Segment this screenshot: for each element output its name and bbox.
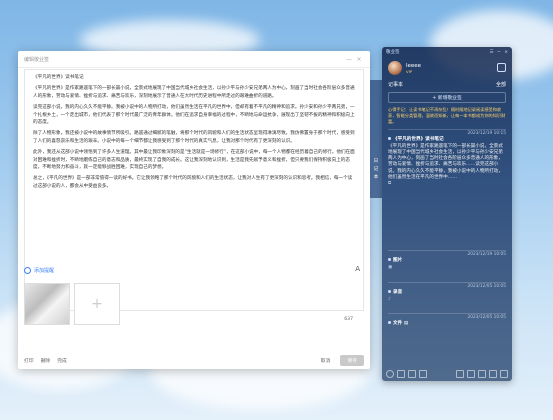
calendar-icon[interactable] [397,369,405,378]
notebook-bar: 记事本 全部 [388,81,506,88]
delete-link[interactable]: 删除 [41,357,51,364]
share-icon[interactable] [478,369,486,378]
note-paragraph: 读完这部小说，我的内心久久不能平静。我被小说中的人物所打动，他们虽然生活在平凡的… [33,105,355,126]
list-icon[interactable] [467,369,475,378]
attachment-image[interactable] [24,283,70,325]
user-profile[interactable]: leeee VIP [388,61,421,75]
list-item[interactable]: 2023/12/05 10:05 录音 ♪ [388,284,506,303]
char-count: 637 [344,317,353,322]
add-reminder-button[interactable]: 添加提醒 [24,267,54,274]
minimize-button[interactable]: — [344,56,354,63]
username: leeee [406,62,422,69]
list-item[interactable]: 2023/12/19 10:05 图片 ▣ [388,252,506,271]
edit-note-window: 编辑敬业签 — × 《平凡的世界》读书笔记《平凡的世界》是作家路遥笔下的一部长篇… [18,51,370,369]
item-body: 《平凡的世界》是作家路遥笔下的一部长篇小说，全景式地展现了中国当代城乡社会生活，… [388,143,503,181]
editor-title: 编辑敬业签 [24,56,50,63]
divider [388,250,506,251]
minimize-icon[interactable]: ─ [498,50,501,55]
note-paragraph: 除了人物形象，我还被小说中的故事情节所吸引。路遥通过细腻的笔触，将那个时代的风貌… [33,131,355,144]
vip-badge: VIP [406,68,413,74]
filter-dropdown[interactable]: 全部 [496,81,506,88]
file-icon[interactable]: ▤ [404,321,408,326]
add-attachment-button[interactable]: + [74,283,120,325]
bullet-icon [388,321,391,325]
audio-icon[interactable]: ♪ [388,297,506,303]
finish-link[interactable]: 完成 [57,357,67,364]
note-text-area[interactable]: 《平凡的世界》读书笔记《平凡的世界》是作家路遥笔下的一部长篇小说，全景式地展现了… [24,69,364,322]
editor-footer: 打印 删除 完成 取消 保存 [18,351,370,369]
export-icon[interactable] [489,369,497,378]
note-paragraph: 此外，我还从这部小说中领悟到了许多人生道理。其中最让我印象深刻的是“生活就是一场… [33,150,355,171]
grid-icon[interactable] [456,369,464,378]
divider [388,129,506,130]
hint-banner: 心得手记：让读书笔记不再杂乱！随时随地记录阅读感受和收获，智能分类管理，温故而知… [388,107,506,124]
bullet-icon [388,258,391,262]
menu-icon[interactable]: ☰ [489,50,493,55]
section-label[interactable]: 记事本 [388,81,496,88]
item-title: 文件 [393,321,403,327]
item-title: 《平凡的世界》读书笔记 [393,137,444,143]
settings-icon[interactable] [497,63,506,72]
image-icon[interactable]: ▣ [388,265,506,271]
note-content[interactable]: 《平凡的世界》读书笔记《平凡的世界》是作家路遥笔下的一部长篇小说，全景式地展现了… [33,74,355,194]
side-tab-char: 日 [373,159,379,164]
notebook-side-tab[interactable]: 日 记 本 [370,80,382,198]
clock-icon [24,267,31,274]
more-icon[interactable] [500,369,508,378]
note-paragraph: 《平凡的世界》是作家路遥笔下的一部长篇小说，全景式地展现了中国当代城乡社会生活，… [33,86,355,99]
item-title: 图片 [393,258,403,264]
divider [388,282,506,283]
list-item[interactable]: 2023/12/19 10:15 《平凡的世界》读书笔记 《平凡的世界》是作家路… [388,131,506,188]
cancel-button[interactable]: 取消 [321,357,331,364]
copy-icon[interactable]: ⧉ [388,181,506,187]
side-tab-char: 记 [373,167,379,172]
item-title: 录音 [393,290,403,296]
bullet-icon [388,137,391,141]
font-format-icon[interactable]: A [355,265,360,273]
close-icon[interactable]: × [504,50,508,55]
note-heading: 《平凡的世界》读书笔记 [33,75,84,80]
avatar[interactable] [388,61,402,75]
add-reminder-label: 添加提醒 [34,268,55,274]
divider [388,313,506,314]
print-link[interactable]: 打印 [24,357,34,364]
bullet-icon [388,290,391,294]
list-item[interactable]: 2023/12/05 10:05 文件 ▤ [388,315,506,328]
note-paragraph: 总之，《平凡的世界》是一部非常值得一读的好书。它让我领略了那个时代的风貌和人们的… [33,176,353,189]
note-widget: 敬业签 ☰ ─ × leeee VIP 记事本 全部 + 新增敬业签 心得手记：… [382,47,512,381]
search-icon[interactable] [419,369,427,378]
widget-topbar: 敬业签 ☰ ─ × [382,47,512,57]
sync-icon[interactable] [408,369,416,378]
widget-footer [386,369,508,378]
plus-icon: + [91,296,103,312]
widget-app-title: 敬业签 [386,50,400,55]
side-tab-char: 本 [373,175,379,180]
editor-titlebar: 编辑敬业签 — × [18,51,370,68]
new-note-button[interactable]: + 新增敬业签 [388,92,506,103]
close-button[interactable]: × [354,56,364,63]
clock-icon[interactable] [386,369,394,378]
save-button[interactable]: 保存 [340,354,364,366]
